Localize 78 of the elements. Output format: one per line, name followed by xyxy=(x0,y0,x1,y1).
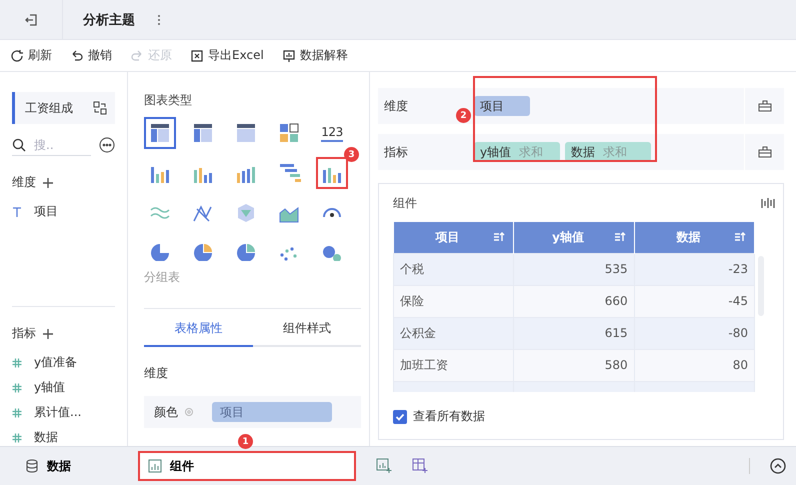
chart-type-icon xyxy=(148,241,172,261)
table-name[interactable]: 工资组成 xyxy=(12,92,115,124)
excel-icon xyxy=(190,48,204,62)
field-row-label: 指标 xyxy=(383,144,409,160)
table-cell: 个税 xyxy=(394,253,514,285)
field-item[interactable]: 项目 xyxy=(34,203,58,220)
step-badge: 3 xyxy=(344,147,359,162)
collapse-icon[interactable] xyxy=(770,458,786,474)
chart-icon xyxy=(148,459,162,473)
chart-type-caption: 分组表 xyxy=(144,269,181,286)
tab[interactable]: 组件样式 xyxy=(252,311,361,347)
show-all-checkbox[interactable]: 查看所有数据 xyxy=(393,408,775,425)
sort-icon[interactable] xyxy=(493,232,506,242)
page-title: 分析主题 xyxy=(83,12,135,28)
table-cell: -23 xyxy=(634,253,754,285)
more-icon[interactable] xyxy=(99,137,115,153)
number-type-icon xyxy=(12,408,22,418)
undo-icon xyxy=(70,48,84,62)
sort-icon[interactable] xyxy=(734,232,746,242)
bottom-tab[interactable]: 数据 xyxy=(0,451,96,481)
section-title: 维度 xyxy=(144,365,169,382)
table-cell: -80 xyxy=(634,317,754,349)
chart-type-icon xyxy=(277,121,301,145)
field-item[interactable]: 数据 xyxy=(34,429,58,446)
number-type-icon xyxy=(12,432,22,442)
field-item[interactable]: y值准备 xyxy=(34,354,78,371)
chart-type-icon xyxy=(148,121,172,145)
color-label: 颜色 xyxy=(154,404,178,420)
chart-type-icon xyxy=(234,241,258,261)
chart-type-button[interactable] xyxy=(316,157,348,189)
add-chart-icon[interactable] xyxy=(376,458,392,474)
search-field[interactable]: 搜.. xyxy=(32,136,72,152)
field-item[interactable]: 累计值... xyxy=(34,404,82,421)
section-title: 图表类型 xyxy=(144,92,193,109)
toolbar-button[interactable]: 撤销 xyxy=(70,47,112,64)
table-cell: 保险 xyxy=(394,285,514,317)
add-table-icon[interactable] xyxy=(412,458,428,474)
toolbar-button[interactable]: 刷新 xyxy=(10,47,52,64)
toolbar-button[interactable]: 导出Excel xyxy=(190,47,264,64)
switch-icon[interactable] xyxy=(93,101,107,115)
sort-icon[interactable] xyxy=(614,232,626,242)
tab[interactable]: 表格属性 xyxy=(144,311,252,347)
chart-type-icon xyxy=(234,121,258,145)
chart-type-icon xyxy=(277,161,301,185)
number-type-icon xyxy=(12,358,22,368)
table-cell: 80 xyxy=(634,349,754,381)
add-icon[interactable] xyxy=(42,176,54,188)
card-title: 组件 xyxy=(393,194,417,212)
table-cell: 580 xyxy=(514,349,634,381)
table-cell: 公积金 xyxy=(394,317,514,349)
search-icon xyxy=(12,138,26,152)
refresh-icon xyxy=(10,48,24,62)
add-icon[interactable] xyxy=(42,328,54,340)
toolbox-icon[interactable] xyxy=(758,100,772,112)
step-badge: 1 xyxy=(238,434,253,449)
toolbar-button[interactable]: 数据解释 xyxy=(282,47,348,64)
field-item[interactable]: y轴值 xyxy=(34,379,66,396)
field-chip[interactable]: 数据 求和 xyxy=(565,142,651,162)
bottom-tab[interactable]: 组件 xyxy=(138,451,356,481)
redo-icon xyxy=(130,48,144,62)
table-cell: 615 xyxy=(514,317,634,349)
section-title: 维度 xyxy=(12,174,36,191)
field-chip[interactable]: 项目 xyxy=(474,96,530,116)
database-icon xyxy=(25,459,39,473)
number-type-icon xyxy=(12,382,22,392)
section-title: 指标 xyxy=(12,325,36,342)
table-cell: 加班工资 xyxy=(394,349,514,381)
chart-type-button[interactable] xyxy=(144,117,176,149)
table-cell: 660 xyxy=(514,285,634,317)
chart-type-icon xyxy=(191,241,215,261)
more-icon[interactable] xyxy=(157,14,161,26)
toolbox-icon[interactable] xyxy=(758,146,772,158)
chart-type-icon xyxy=(191,121,215,145)
text-type-icon xyxy=(12,206,22,216)
table-cell: 535 xyxy=(514,253,634,285)
check-icon xyxy=(395,412,405,422)
exit-icon[interactable] xyxy=(24,12,38,26)
table-cell: -45 xyxy=(634,285,754,317)
